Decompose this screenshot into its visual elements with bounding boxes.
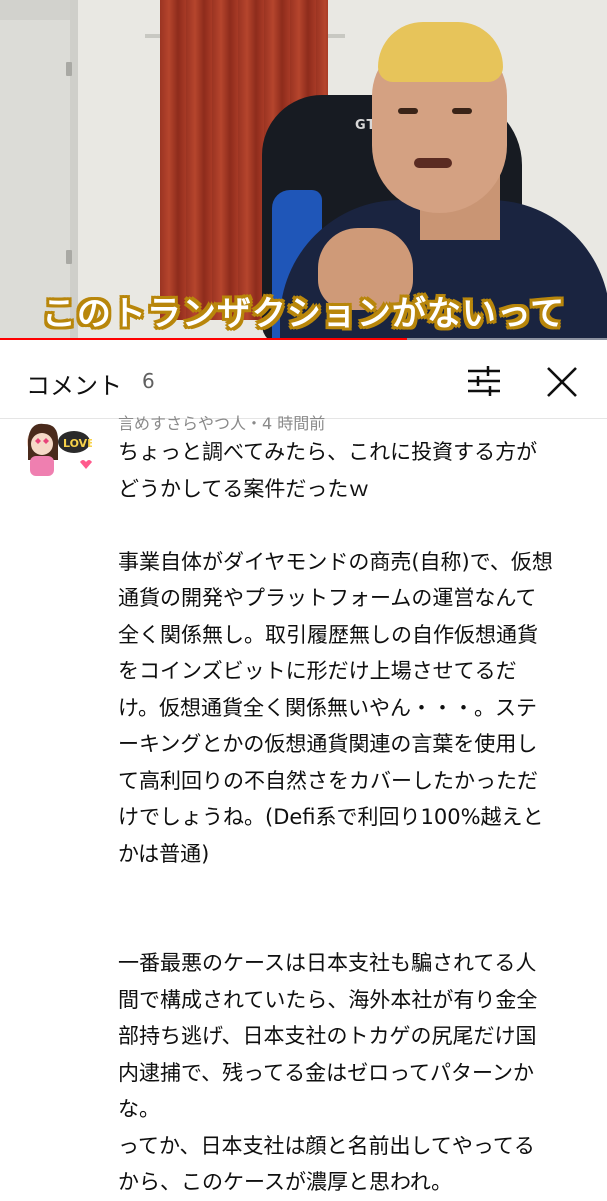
person-eye xyxy=(452,108,472,114)
commenter-avatar[interactable]: LOVE xyxy=(20,416,92,476)
door-frame xyxy=(0,0,78,20)
svg-text:LOVE: LOVE xyxy=(63,437,92,450)
video-subtitle: このトランザクションがないって xyxy=(41,294,566,334)
video-progress-fill xyxy=(0,338,407,340)
comment-text: ちょっと調べてみたら、これに投資する方が どうかしてる案件だったｗ 事業自体がダ… xyxy=(118,440,553,1194)
comment-meta: 言めすさらやつ人・4 時間前 xyxy=(118,414,326,433)
door-hinge xyxy=(66,62,72,76)
comments-count: 6 xyxy=(142,369,155,393)
close-icon[interactable] xyxy=(542,362,582,402)
person-mouth xyxy=(414,158,452,168)
door-hinge xyxy=(66,250,72,264)
sort-filter-icon[interactable] xyxy=(464,364,504,398)
video-progress-bar[interactable] xyxy=(0,338,607,340)
comments-header: コメント 6 xyxy=(0,342,607,419)
person-hair xyxy=(378,22,503,82)
comments-title: コメント xyxy=(26,372,122,400)
person-eye xyxy=(398,108,418,114)
video-player[interactable]: GT このトランザクションがないって xyxy=(0,0,607,340)
